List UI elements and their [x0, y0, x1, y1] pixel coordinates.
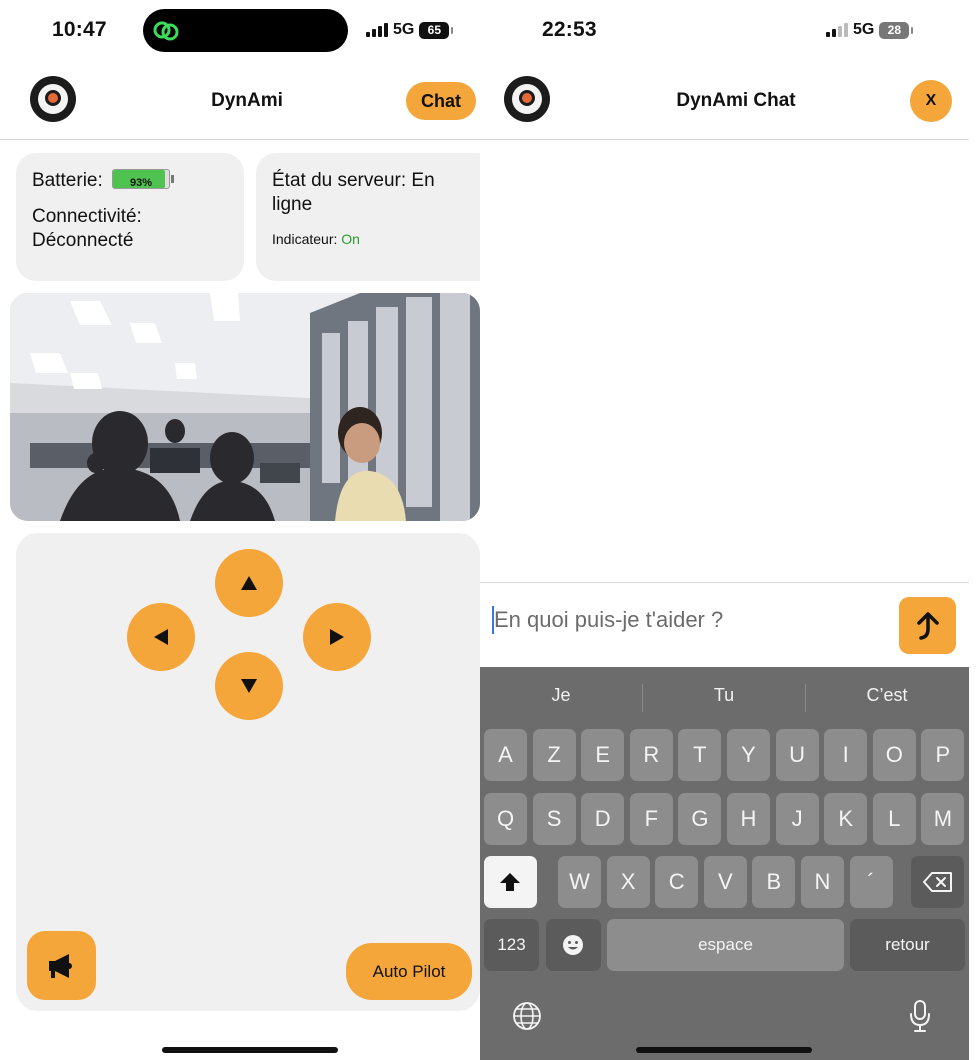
- indicator-label: Indicateur:: [272, 231, 338, 247]
- suggestion-bar: Je Tu C’est: [480, 667, 969, 727]
- key-s[interactable]: S: [532, 793, 576, 845]
- keyboard: Je Tu C’est AZERTYUIOP QSDFGHJKLM WXCVBN…: [480, 667, 969, 1060]
- battery-row: Batterie: 93%: [32, 169, 228, 193]
- message-list: [480, 140, 976, 582]
- battery-card: Batterie: 93% Connectivité: Déconnecté: [16, 153, 244, 281]
- key-q[interactable]: Q: [484, 793, 527, 845]
- key-accent[interactable]: ´: [849, 856, 893, 908]
- app-header: DynAmi Chat: [0, 62, 480, 140]
- key-u[interactable]: U: [775, 729, 819, 781]
- connectivity-status: Connectivité: Déconnecté: [32, 206, 142, 251]
- send-button[interactable]: [899, 597, 956, 654]
- move-right-button[interactable]: [303, 603, 371, 671]
- key-k[interactable]: K: [824, 793, 868, 845]
- key-x[interactable]: X: [606, 856, 650, 908]
- key-f[interactable]: F: [629, 793, 673, 845]
- suggestion-item[interactable]: Je: [480, 685, 642, 706]
- key-v[interactable]: V: [703, 856, 747, 908]
- megaphone-icon: [49, 954, 72, 978]
- key-d[interactable]: D: [581, 793, 625, 845]
- key-j[interactable]: J: [775, 793, 819, 845]
- key-e[interactable]: E: [581, 729, 625, 781]
- microphone-icon[interactable]: [908, 999, 932, 1033]
- key-n[interactable]: N: [801, 856, 844, 908]
- server-card: État du serveur: En ligne Indicateur: On: [256, 153, 480, 281]
- key-g[interactable]: G: [678, 793, 722, 845]
- control-screen: 10:47 5G 65 DynAmi Chat Batterie: 93% Co…: [0, 0, 480, 1060]
- arrow-up-icon: [241, 576, 257, 590]
- camera-feed: [10, 293, 480, 521]
- key-h[interactable]: H: [727, 793, 770, 845]
- key-p[interactable]: P: [921, 729, 965, 781]
- key-b[interactable]: B: [752, 856, 796, 908]
- move-down-button[interactable]: [215, 652, 283, 720]
- key-y[interactable]: Y: [727, 729, 770, 781]
- signal-group: 5G 65: [366, 20, 454, 40]
- dynamic-island: [143, 9, 348, 52]
- backspace-icon: [923, 872, 952, 892]
- chat-input[interactable]: [494, 601, 874, 639]
- key-w[interactable]: W: [558, 856, 601, 908]
- status-bar: 10:47 5G 65: [0, 0, 480, 62]
- app-header: DynAmi Chat X: [480, 62, 969, 140]
- chat-input-bar: [480, 582, 969, 667]
- move-up-button[interactable]: [215, 549, 283, 617]
- arrow-right-icon: [330, 629, 344, 645]
- key-c[interactable]: C: [655, 856, 699, 908]
- key-t[interactable]: T: [678, 729, 722, 781]
- globe-icon[interactable]: [512, 1001, 542, 1031]
- arrow-down-icon: [241, 679, 257, 693]
- emoji-icon: [563, 935, 583, 955]
- phone-battery-icon: 28: [879, 21, 914, 39]
- numbers-key[interactable]: 123: [484, 919, 539, 971]
- page-title: DynAmi Chat: [676, 90, 796, 111]
- space-key[interactable]: espace: [607, 919, 844, 971]
- chat-button[interactable]: Chat: [406, 82, 476, 120]
- signal-group: 5G 28: [826, 20, 914, 40]
- arrow-left-icon: [154, 629, 168, 645]
- control-pad: Auto Pilot: [16, 533, 480, 1011]
- suggestion-item[interactable]: Tu: [643, 685, 805, 706]
- signal-bars-icon: [826, 23, 848, 37]
- shift-icon: [500, 873, 520, 891]
- indicator-value: On: [341, 231, 360, 247]
- camera-image: [10, 293, 480, 521]
- move-left-button[interactable]: [127, 603, 195, 671]
- key-o[interactable]: O: [872, 729, 916, 781]
- key-z[interactable]: Z: [532, 729, 576, 781]
- signal-bars-icon: [366, 23, 388, 37]
- send-arrow-icon: [917, 612, 939, 640]
- backspace-key[interactable]: [911, 856, 964, 908]
- battery-level-text: 93%: [130, 177, 153, 189]
- network-type: 5G: [853, 21, 875, 38]
- status-time: 10:47: [52, 18, 107, 41]
- key-i[interactable]: I: [824, 729, 868, 781]
- key-m[interactable]: M: [921, 793, 965, 845]
- status-bar: 22:53 5G 28: [480, 0, 976, 62]
- key-r[interactable]: R: [629, 729, 673, 781]
- server-status: État du serveur: En ligne: [272, 170, 435, 215]
- network-type: 5G: [393, 21, 415, 38]
- battery-level-icon: 93%: [112, 169, 175, 189]
- app-link-icon: [153, 21, 179, 41]
- key-l[interactable]: L: [872, 793, 916, 845]
- status-time: 22:53: [542, 18, 597, 41]
- indicator-row: Indicateur: On: [272, 227, 480, 251]
- home-indicator: [162, 1047, 338, 1053]
- close-button[interactable]: X: [910, 80, 952, 122]
- shift-key[interactable]: [484, 856, 537, 908]
- return-key[interactable]: retour: [850, 919, 965, 971]
- chat-screen: 22:53 5G 28 DynAmi Chat X Je Tu C’est AZ…: [480, 0, 976, 1060]
- autopilot-button[interactable]: Auto Pilot: [346, 943, 472, 1000]
- home-indicator: [636, 1047, 812, 1053]
- phone-battery-icon: 65: [419, 21, 454, 39]
- key-a[interactable]: A: [484, 729, 527, 781]
- suggestion-item[interactable]: C’est: [806, 685, 968, 706]
- battery-label: Batterie:: [32, 170, 103, 191]
- horn-button[interactable]: [27, 931, 96, 1000]
- emoji-key[interactable]: [546, 919, 601, 971]
